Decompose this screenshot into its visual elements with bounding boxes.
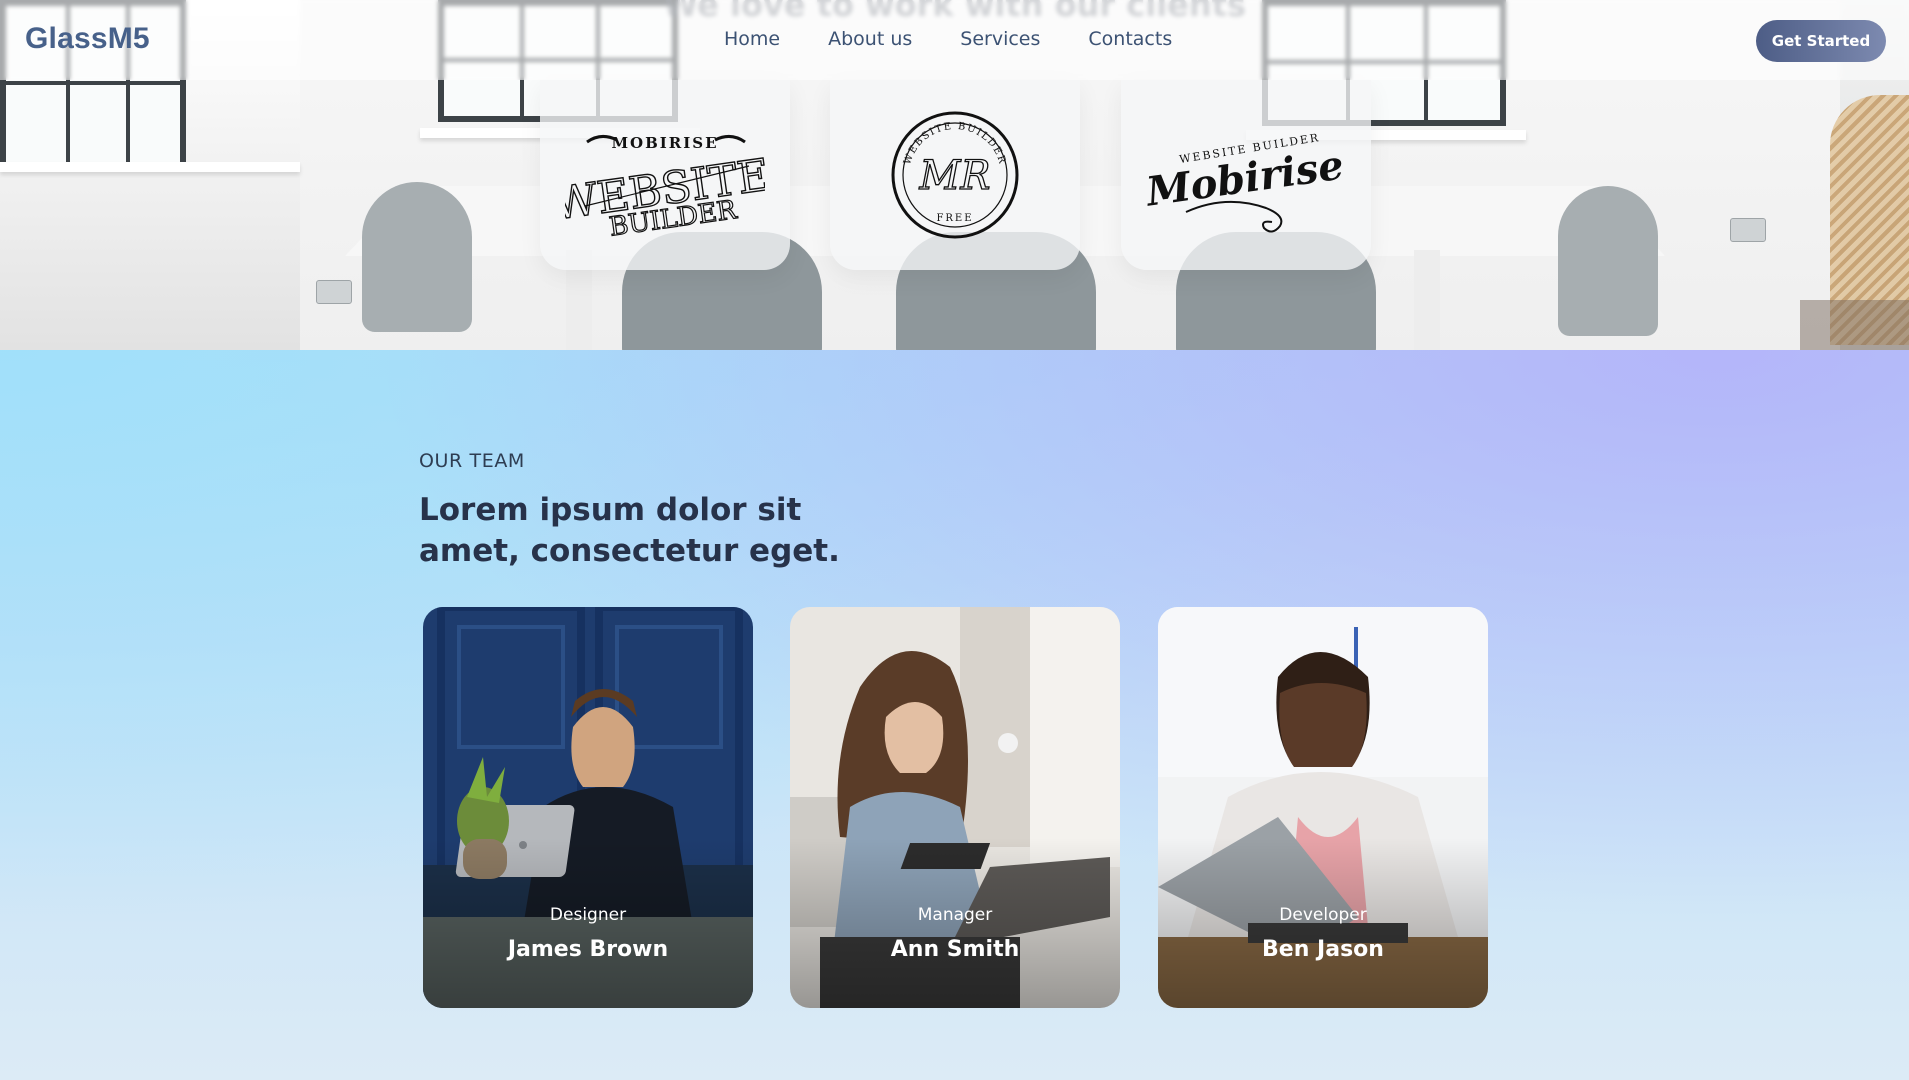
- member-name: Ann Smith: [890, 937, 1020, 962]
- team-card-developer[interactable]: Developer Ben Jason: [1158, 607, 1488, 1008]
- member-role: Manager: [917, 905, 993, 925]
- hero-table-leg: [1414, 250, 1440, 350]
- logo2-ring-bottom-text: FREE: [936, 213, 973, 224]
- get-started-button[interactable]: Get Started: [1756, 20, 1886, 62]
- hero-wall-outlet: [316, 280, 352, 304]
- member-name: Ben Jason: [1262, 937, 1384, 962]
- main-menu: Home About us Services Contacts: [724, 28, 1172, 50]
- hero-chair: [1558, 186, 1658, 336]
- nav-link-contacts[interactable]: Contacts: [1088, 28, 1172, 50]
- team-headline: Lorem ipsum dolor sit amet, consectetur …: [419, 492, 840, 569]
- nav-link-about[interactable]: About us: [828, 28, 912, 50]
- team-eyebrow: OUR TEAM: [419, 450, 525, 472]
- nav-link-services[interactable]: Services: [960, 28, 1040, 50]
- hero-chair: [362, 182, 472, 332]
- top-navbar: GlassM5 Home About us Services Contacts …: [0, 0, 1909, 80]
- mobirise-script-logo-icon: WEBSITE BUILDER Mobirise: [1146, 131, 1346, 233]
- hero-wall-outlet: [1730, 218, 1766, 242]
- nav-link-home[interactable]: Home: [724, 28, 780, 50]
- team-card-manager[interactable]: Manager Ann Smith: [790, 607, 1120, 1008]
- member-role: Developer: [1279, 905, 1367, 925]
- client-card-2[interactable]: WEBSITE BUILDER MR FREE: [830, 80, 1080, 270]
- logo1-top-text: MOBIRISE: [611, 134, 718, 152]
- hero-rug: [1800, 300, 1909, 350]
- member-name: James Brown: [507, 937, 669, 962]
- hero-left-sill: [0, 162, 300, 172]
- member-role: Designer: [549, 905, 627, 925]
- logo2-monogram: MR: [918, 153, 990, 199]
- client-card-3[interactable]: WEBSITE BUILDER Mobirise: [1121, 80, 1371, 270]
- mr-seal-logo-icon: WEBSITE BUILDER MR FREE: [891, 111, 1019, 239]
- team-section: OUR TEAM Lorem ipsum dolor sit amet, con…: [0, 350, 1909, 1080]
- team-card-designer[interactable]: Designer James Brown: [423, 607, 753, 1008]
- client-card-1[interactable]: MOBIRISE WEBSITE BUILDER: [540, 80, 790, 270]
- brand-logo[interactable]: GlassM5: [25, 22, 150, 56]
- mobirise-website-builder-logo-icon: MOBIRISE WEBSITE BUILDER: [565, 134, 765, 240]
